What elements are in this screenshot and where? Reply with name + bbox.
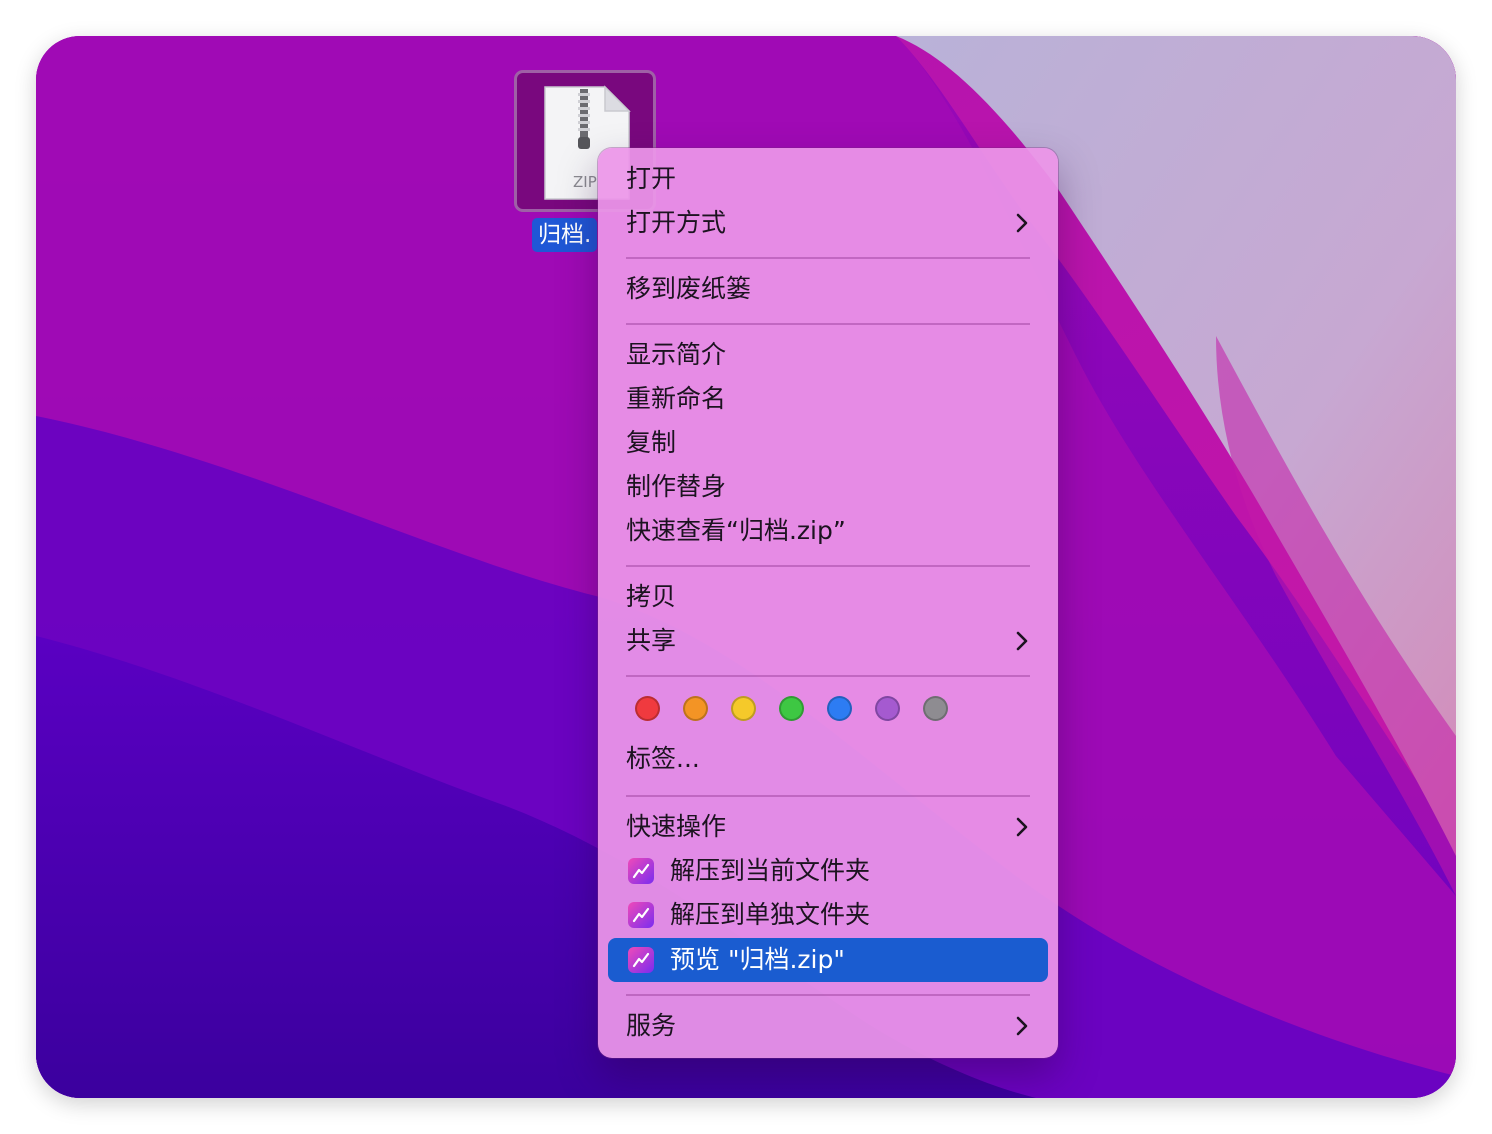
tag-gray[interactable] [923,696,948,721]
menu-item-move-to-trash[interactable]: 移到废纸篓 [608,267,1048,311]
chevron-right-icon [1016,1016,1028,1036]
tag-orange[interactable] [683,696,708,721]
menu-separator [626,675,1030,677]
unarchiver-icon [628,902,654,928]
menu-item-label: 共享 [626,626,677,655]
menu-separator [626,994,1030,996]
menu-item-label: 重新命名 [626,384,727,413]
menu-item-label: 移到废纸篓 [626,274,752,303]
menu-item-copy[interactable]: 拷贝 [608,575,1048,619]
menu-item-label: 复制 [626,428,677,457]
menu-item-label: 制作替身 [626,472,727,501]
menu-item-tags[interactable]: 标签... [608,737,1048,781]
unarchiver-icon [628,947,654,973]
zip-icon-text: ZIP [573,173,597,191]
menu-item-open[interactable]: 打开 [608,157,1048,201]
menu-separator [626,323,1030,325]
menu-item-label: 服务 [626,1011,677,1040]
menu-item-preview-archive[interactable]: 预览 "归档.zip" [608,938,1048,982]
menu-item-quick-actions[interactable]: 快速操作 [608,805,1048,849]
unarchiver-icon [628,858,654,884]
menu-item-share[interactable]: 共享 [608,619,1048,663]
tag-green[interactable] [779,696,804,721]
menu-item-duplicate[interactable]: 复制 [608,421,1048,465]
tag-purple[interactable] [875,696,900,721]
menu-separator [626,565,1030,567]
menu-item-make-alias[interactable]: 制作替身 [608,465,1048,509]
tag-red[interactable] [635,696,660,721]
file-name-label[interactable]: 归档. [532,218,598,252]
menu-item-label: 解压到单独文件夹 [670,900,871,929]
context-menu: 打开 打开方式 移到废纸篓 显示简介 重新命名 复制 制作替身 快速查看“归档.… [598,148,1058,1058]
menu-item-get-info[interactable]: 显示简介 [608,333,1048,377]
menu-item-rename[interactable]: 重新命名 [608,377,1048,421]
menu-item-extract-separate[interactable]: 解压到单独文件夹 [608,893,1048,937]
menu-item-label: 预览 "归档.zip" [670,945,845,974]
menu-item-label: 打开方式 [626,208,727,237]
menu-item-label: 快速操作 [626,812,727,841]
desktop: ZIP 归档. 打开 打开方式 移到废纸篓 显示简介 重新命名 复制 制作替身 … [36,36,1456,1098]
menu-item-label: 打开 [626,164,677,193]
tag-blue[interactable] [827,696,852,721]
menu-separator [626,257,1030,259]
menu-separator [626,795,1030,797]
menu-item-services[interactable]: 服务 [608,1004,1048,1048]
chevron-right-icon [1016,213,1028,233]
tag-yellow[interactable] [731,696,756,721]
menu-item-extract-here[interactable]: 解压到当前文件夹 [608,849,1048,893]
menu-item-quick-look[interactable]: 快速查看“归档.zip” [608,509,1048,553]
menu-item-label: 快速查看“归档.zip” [626,516,846,545]
menu-item-label: 显示简介 [626,340,727,369]
chevron-right-icon [1016,631,1028,651]
menu-item-open-with[interactable]: 打开方式 [608,201,1048,245]
menu-item-label: 拷贝 [626,582,677,611]
chevron-right-icon [1016,817,1028,837]
menu-item-label: 标签... [626,744,700,773]
menu-item-label: 解压到当前文件夹 [670,856,871,885]
